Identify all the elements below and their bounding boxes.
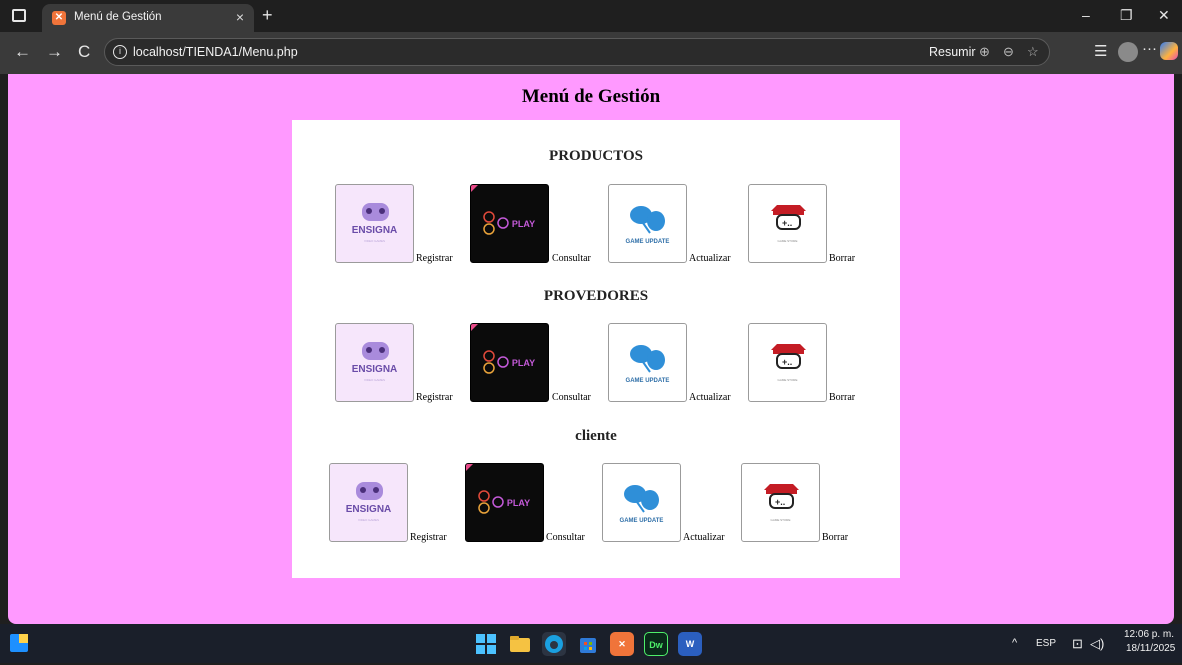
svg-text:+..: +.. [775, 497, 785, 507]
action-label: Consultar [552, 392, 591, 403]
reload-button[interactable]: C [78, 42, 90, 62]
word-icon[interactable]: W [678, 632, 702, 656]
action-label: Consultar [546, 532, 585, 543]
action-label: Borrar [822, 532, 849, 543]
productos-registrar-link[interactable]: ENSIGNA VIDEO GAMES Registrar [335, 184, 459, 264]
page-viewport: Menú de Gestión PRODUCTOS ENSIGNA VIDEO … [8, 74, 1174, 624]
svg-text:+..: +.. [782, 357, 792, 367]
action-label: Registrar [416, 392, 453, 403]
game-store-icon: +.. GAME STORE [741, 463, 820, 542]
section-title-cliente: cliente [575, 428, 617, 444]
provedores-borrar-link[interactable]: +.. GAME STORE Borrar [748, 323, 872, 403]
section-title-productos: PRODUCTOS [549, 148, 643, 164]
game-store-icon: +.. GAME STORE [748, 184, 827, 263]
clock-date[interactable]: 18/11/2025 [1126, 643, 1175, 654]
file-explorer-icon[interactable] [508, 632, 532, 656]
volume-icon[interactable]: ◁) [1090, 636, 1104, 652]
action-label: Actualizar [683, 532, 725, 543]
cliente-registrar-link[interactable]: ENSIGNA VIDEO GAMES Registrar [329, 463, 453, 543]
provedores-consultar-link[interactable]: PLAY Consultar [470, 323, 600, 403]
xampp-icon[interactable]: ✕ [610, 632, 634, 656]
copilot-icon[interactable] [1160, 42, 1178, 60]
action-label: Consultar [552, 253, 591, 264]
game-store-icon: +.. GAME STORE [748, 323, 827, 402]
productos-actualizar-link[interactable]: GAME UPDATE Actualizar [608, 184, 738, 264]
tab-actions-icon[interactable] [12, 9, 26, 22]
favorites-icon[interactable]: ☰ [1094, 42, 1107, 60]
zoom-icon[interactable]: ⊖ [1003, 44, 1014, 60]
read-aloud-icon[interactable]: ⊕ [979, 44, 990, 60]
tab-close-icon[interactable]: × [236, 9, 244, 25]
minimize-button[interactable]: – [1082, 7, 1090, 23]
back-button[interactable]: ← [14, 42, 31, 62]
tray-chevron-icon[interactable]: ^ [1012, 637, 1017, 649]
clock-time[interactable]: 12:06 p. m. [1124, 629, 1174, 640]
cliente-borrar-link[interactable]: +.. GAME STORE Borrar [741, 463, 865, 543]
play-icon: PLAY [470, 323, 549, 402]
section-title-provedores: PROVEDORES [543, 288, 649, 304]
action-label: Registrar [416, 253, 453, 264]
dreamweaver-icon[interactable]: Dw [644, 632, 668, 656]
svg-text:+..: +.. [782, 218, 792, 228]
edge-browser-icon[interactable] [542, 632, 566, 656]
ensigna-controller-icon: ENSIGNA VIDEO GAMES [335, 184, 414, 263]
forward-button[interactable]: → [46, 42, 63, 62]
address-bar[interactable]: i localhost/TIENDA1/Menu.php Resumir ⊕ ⊖… [104, 38, 1050, 66]
network-icon[interactable]: ⊡ [1072, 636, 1083, 652]
new-tab-button[interactable]: + [262, 6, 273, 24]
game-update-icon: GAME UPDATE [608, 323, 687, 402]
game-update-icon: GAME UPDATE [602, 463, 681, 542]
productos-consultar-link[interactable]: PLAY Consultar [470, 184, 600, 264]
summarize-button[interactable]: Resumir [929, 45, 976, 59]
action-label: Borrar [829, 253, 856, 264]
play-icon: PLAY [470, 184, 549, 263]
widgets-icon[interactable] [10, 634, 28, 652]
page-title: Menú de Gestión [521, 86, 661, 107]
action-label: Actualizar [689, 253, 731, 264]
action-label: Registrar [410, 532, 447, 543]
restore-button[interactable]: ❐ [1120, 7, 1133, 24]
ensigna-controller-icon: ENSIGNA VIDEO GAMES [335, 323, 414, 402]
tab-menu-gestion[interactable]: ✕ Menú de Gestión × [42, 4, 254, 32]
tab-title: Menú de Gestión [74, 11, 162, 23]
address-toolbar: ← → C i localhost/TIENDA1/Menu.php Resum… [0, 32, 1182, 74]
language-indicator[interactable]: ESP [1036, 638, 1056, 649]
close-window-button[interactable]: ✕ [1158, 7, 1170, 24]
provedores-actualizar-link[interactable]: GAME UPDATE Actualizar [608, 323, 738, 403]
game-update-icon: GAME UPDATE [608, 184, 687, 263]
favorite-star-icon[interactable]: ☆ [1027, 44, 1039, 60]
cliente-consultar-link[interactable]: PLAY Consultar [465, 463, 595, 543]
url-text[interactable]: localhost/TIENDA1/Menu.php [133, 45, 298, 59]
store-icon[interactable] [576, 632, 600, 656]
windows-start-icon[interactable] [474, 632, 498, 656]
site-info-icon[interactable]: i [113, 45, 127, 59]
action-label: Actualizar [689, 392, 731, 403]
xampp-favicon-icon: ✕ [52, 11, 66, 25]
cliente-actualizar-link[interactable]: GAME UPDATE Actualizar [602, 463, 732, 543]
productos-borrar-link[interactable]: +.. GAME STORE Borrar [748, 184, 872, 264]
action-label: Borrar [829, 392, 856, 403]
ensigna-controller-icon: ENSIGNA VIDEO GAMES [329, 463, 408, 542]
menu-card: PRODUCTOS ENSIGNA VIDEO GAMES Registrar … [292, 120, 900, 578]
more-menu-icon[interactable]: ··· [1142, 40, 1157, 57]
play-icon: PLAY [465, 463, 544, 542]
taskbar: ✕ Dw W ^ ESP ⊡ ◁) 12:06 p. m. 18/11/2025 [0, 624, 1182, 663]
tab-bar: ✕ Menú de Gestión × + – ❐ ✕ [0, 0, 1182, 32]
provedores-registrar-link[interactable]: ENSIGNA VIDEO GAMES Registrar [335, 323, 459, 403]
profile-avatar[interactable] [1118, 42, 1138, 62]
